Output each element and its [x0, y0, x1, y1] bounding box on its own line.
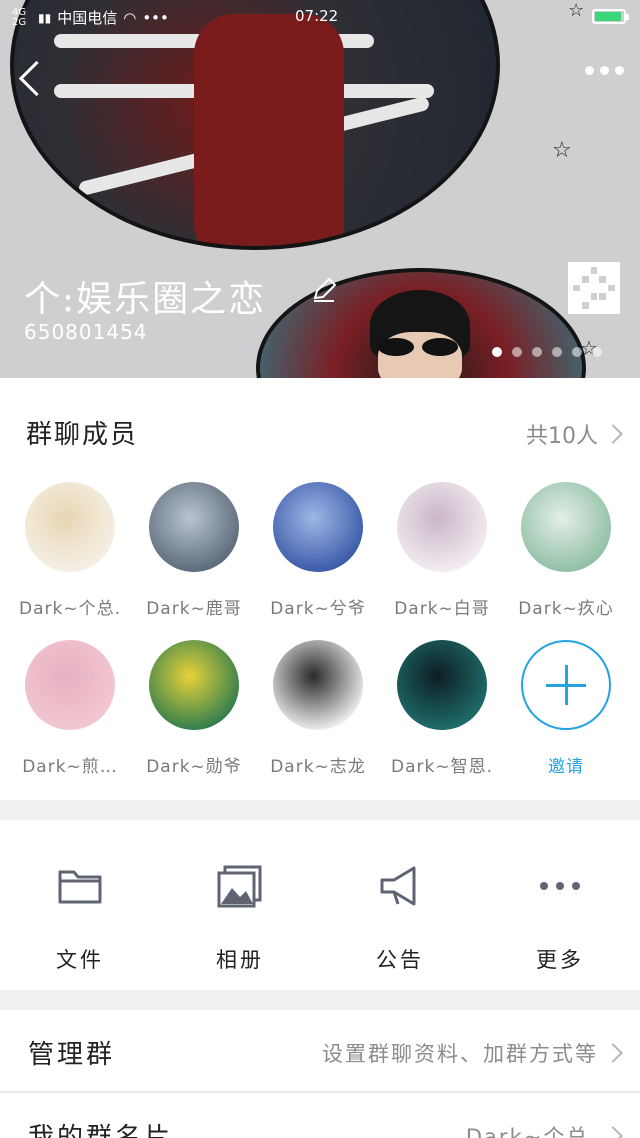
member-name: Dark~兮爷 [270, 599, 366, 619]
carousel-dot[interactable] [552, 347, 562, 357]
member-item[interactable]: Dark~个总. [8, 482, 132, 619]
more-action-button[interactable]: 更多 [480, 820, 640, 990]
notification-dots-icon: ••• [142, 8, 169, 27]
wifi-icon: ◠ [123, 8, 137, 27]
member-name: Dark~勋爷 [146, 757, 242, 777]
status-time: 07:22 [295, 7, 339, 25]
battery-level-fill [595, 12, 621, 21]
carousel-dot[interactable] [532, 347, 542, 357]
edit-pencil-icon[interactable] [310, 276, 338, 304]
member-item[interactable]: Dark~疚心 [504, 482, 628, 619]
members-title: 群聊成员 [26, 420, 139, 450]
announcement-action-button[interactable]: 公告 [320, 820, 480, 990]
chevron-right-icon [603, 1126, 623, 1138]
member-name: Dark~个总. [19, 599, 121, 619]
member-item[interactable]: Dark~勋爷 [132, 640, 256, 777]
member-item[interactable]: Dark~志龙 [256, 640, 380, 777]
group-profile-page: ☆ ☆ ☆ 4G 2G ▮▮ 中国电信 ◠ ••• 07:22 个:娱乐圈之恋 … [0, 0, 640, 1138]
chevron-right-icon [603, 424, 623, 444]
group-name: 个:娱乐圈之恋 [24, 279, 267, 320]
member-item[interactable]: Dark~智恩. [380, 640, 504, 777]
dot-icon [585, 66, 594, 75]
announcement-label: 公告 [376, 948, 424, 972]
manage-group-row[interactable]: 管理群 设置群聊资料、加群方式等 [0, 1010, 640, 1092]
member-avatar[interactable] [149, 482, 239, 572]
network-indicator: 4G 2G [12, 6, 27, 28]
member-avatar[interactable] [25, 640, 115, 730]
member-avatar[interactable] [397, 640, 487, 730]
carousel-dot[interactable] [592, 347, 602, 357]
manage-group-hint: 设置群聊资料、加群方式等 [322, 1042, 598, 1066]
my-group-card-value: Dark~个总. [465, 1125, 598, 1138]
invite-member-button[interactable]: 邀请 [504, 640, 628, 777]
actions-section: 文件 相册 公告 更多 [0, 820, 640, 990]
more-options-button[interactable] [585, 66, 624, 75]
member-name: Dark~志龙 [270, 757, 366, 777]
member-avatar[interactable] [149, 640, 239, 730]
doodle-star-icon: ☆ [552, 138, 572, 163]
group-id: 650801454 [24, 320, 148, 344]
files-label: 文件 [56, 948, 104, 972]
dot-icon [615, 66, 624, 75]
member-name: Dark~智恩. [391, 757, 493, 777]
my-group-card-row[interactable]: 我的群名片 Dark~个总. [0, 1093, 640, 1138]
album-icon [217, 865, 262, 908]
cover-photo-main [10, 0, 500, 250]
member-item[interactable]: Dark~兮爷 [256, 482, 380, 619]
my-group-card-title: 我的群名片 [28, 1123, 174, 1138]
member-avatar[interactable] [397, 482, 487, 572]
back-button[interactable] [14, 58, 44, 98]
files-action-button[interactable]: 文件 [0, 820, 160, 990]
megaphone-icon [380, 866, 416, 906]
battery-icon [592, 9, 629, 24]
carrier-label: 中国电信 [57, 9, 118, 27]
status-bar: 4G 2G ▮▮ 中国电信 ◠ ••• 07:22 [0, 0, 640, 34]
more-label: 更多 [536, 948, 584, 972]
member-avatar[interactable] [25, 482, 115, 572]
member-avatar[interactable] [273, 640, 363, 730]
member-count-label: 共10人 [526, 424, 598, 449]
member-name: Dark~疚心 [518, 599, 614, 619]
album-label: 相册 [216, 948, 264, 972]
member-name: Dark~煎… [22, 757, 118, 777]
member-item[interactable]: Dark~鹿哥 [132, 482, 256, 619]
album-action-button[interactable]: 相册 [160, 820, 320, 990]
carousel-dot[interactable] [512, 347, 522, 357]
members-section: 群聊成员 共10人 Dark~个总. Dark~鹿哥 Dark~兮爷 Dark~白哥 D… [0, 378, 640, 800]
group-cover-header: ☆ ☆ ☆ 4G 2G ▮▮ 中国电信 ◠ ••• 07:22 个:娱乐圈之恋 … [0, 0, 640, 378]
qr-code-button[interactable] [568, 262, 620, 314]
member-name: Dark~白哥 [394, 599, 490, 619]
cover-photo-secondary [256, 268, 586, 378]
dot-icon [600, 66, 609, 75]
member-avatar[interactable] [521, 482, 611, 572]
member-count-link[interactable]: 共10人 [526, 418, 623, 450]
member-name: Dark~鹿哥 [146, 599, 242, 619]
add-plus-icon [521, 640, 611, 730]
signal-icon: ▮▮ [38, 10, 52, 25]
carousel-pagination[interactable] [492, 347, 602, 357]
carousel-dot[interactable] [572, 347, 582, 357]
member-avatar[interactable] [273, 482, 363, 572]
invite-label: 邀请 [548, 757, 584, 777]
more-dots-icon [540, 882, 580, 890]
chevron-right-icon [603, 1043, 623, 1063]
carousel-dot[interactable] [492, 347, 502, 357]
manage-group-title: 管理群 [28, 1040, 116, 1070]
member-item[interactable]: Dark~白哥 [380, 482, 504, 619]
folder-icon [58, 870, 102, 904]
member-item[interactable]: Dark~煎… [8, 640, 132, 777]
